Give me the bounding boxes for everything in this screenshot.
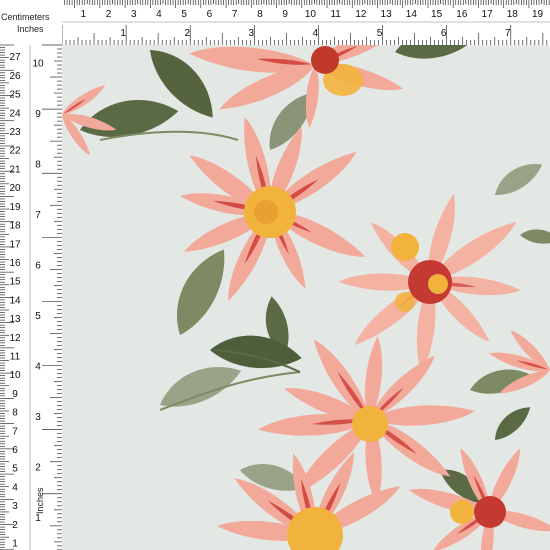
ruler-tick-label: 13 <box>381 9 393 20</box>
ruler-tick-label: 12 <box>355 9 367 20</box>
ruler-tick-label: 1 <box>80 9 86 20</box>
ruler-left: 2726252423222120191817161514131211109876… <box>0 0 62 550</box>
ruler-tick-label: 7 <box>505 28 511 39</box>
ruler-tick-label: 24 <box>9 108 21 119</box>
ruler-tick-label: 10 <box>32 59 44 70</box>
centimeters-label: Centimeters <box>1 12 50 22</box>
ruler-tick-label: 15 <box>9 277 21 288</box>
ruler-tick-label: 3 <box>12 501 18 512</box>
ruler-tick-label: 4 <box>12 482 18 493</box>
ruler-tick-label: 27 <box>9 52 21 63</box>
ruler-tick-label: 6 <box>35 261 41 272</box>
ruler-tick-label: 8 <box>257 9 263 20</box>
ruler-tick-label: 9 <box>12 389 18 400</box>
ruler-tick-label: 18 <box>507 9 519 20</box>
ruler-tick-label: 7 <box>232 9 238 20</box>
ruler-tick-label: 14 <box>406 9 418 20</box>
ruler-tick-label: 25 <box>9 90 21 101</box>
ruler-tick-label: 9 <box>282 9 288 20</box>
inches-label-vertical: Inches <box>35 487 45 514</box>
ruler-tick-label: 3 <box>249 28 255 39</box>
ruler-tick-label: 10 <box>9 370 21 381</box>
ruler-tick-label: 3 <box>131 9 137 20</box>
ruler-tick-label: 2 <box>106 9 112 20</box>
ruler-tick-label: 14 <box>9 295 21 306</box>
ruler-tick-label: 16 <box>9 258 21 269</box>
ruler-tick-label: 17 <box>9 239 21 250</box>
ruler-tick-label: 6 <box>441 28 447 39</box>
ruler-tick-label: 6 <box>207 9 213 20</box>
ruler-tick-label: 3 <box>35 412 41 423</box>
ruler-tick-label: 26 <box>9 71 21 82</box>
ruler-tick-label: 1 <box>120 28 126 39</box>
ruler-tick-label: 11 <box>10 351 21 362</box>
ruler-tick-label: 13 <box>9 314 21 325</box>
fabric-print: 123456789101112131415161718192021 123456… <box>0 0 550 550</box>
ruler-tick-label: 16 <box>456 9 468 20</box>
ruler-tick-label: 9 <box>35 109 41 120</box>
ruler-tick-label: 15 <box>431 9 443 20</box>
ruler-tick-label: 4 <box>35 362 41 373</box>
ruler-tick-label: 2 <box>12 520 18 531</box>
ruler-tick-label: 4 <box>156 9 162 20</box>
ruler-tick-label: 7 <box>35 210 41 221</box>
ruler-tick-label: 19 <box>532 9 544 20</box>
ruler-tick-label: 8 <box>35 160 41 171</box>
ruler-tick-label: 5 <box>35 311 41 322</box>
ruler-tick-label: 2 <box>184 28 190 39</box>
ruler-tick-label: 19 <box>9 202 21 213</box>
ruler-tick-label: 1 <box>35 513 41 524</box>
ruler-tick-label: 21 <box>9 164 21 175</box>
ruler-tick-label: 1 <box>12 539 18 550</box>
ruler-tick-label: 23 <box>9 127 21 138</box>
ruler-tick-label: 11 <box>330 9 341 20</box>
ruler-tick-label: 18 <box>9 221 21 232</box>
inches-label: Inches <box>17 24 44 34</box>
ruler-tick-label: 12 <box>9 333 21 344</box>
ruler-tick-label: 2 <box>35 463 41 474</box>
ruler-top: 123456789101112131415161718192021 123456… <box>0 0 550 45</box>
ruler-tick-label: 5 <box>181 9 187 20</box>
ruler-tick-label: 8 <box>12 408 18 419</box>
ruler-tick-label: 5 <box>12 464 18 475</box>
ruler-tick-label: 10 <box>305 9 317 20</box>
ruler-tick-label: 5 <box>377 28 383 39</box>
ruler-tick-label: 4 <box>313 28 319 39</box>
ruler-tick-label: 20 <box>9 183 21 194</box>
ruler-tick-label: 17 <box>482 9 494 20</box>
ruler-tick-label: 22 <box>9 146 21 157</box>
ruler-tick-label: 6 <box>12 445 18 456</box>
ruler-tick-label: 7 <box>12 426 18 437</box>
